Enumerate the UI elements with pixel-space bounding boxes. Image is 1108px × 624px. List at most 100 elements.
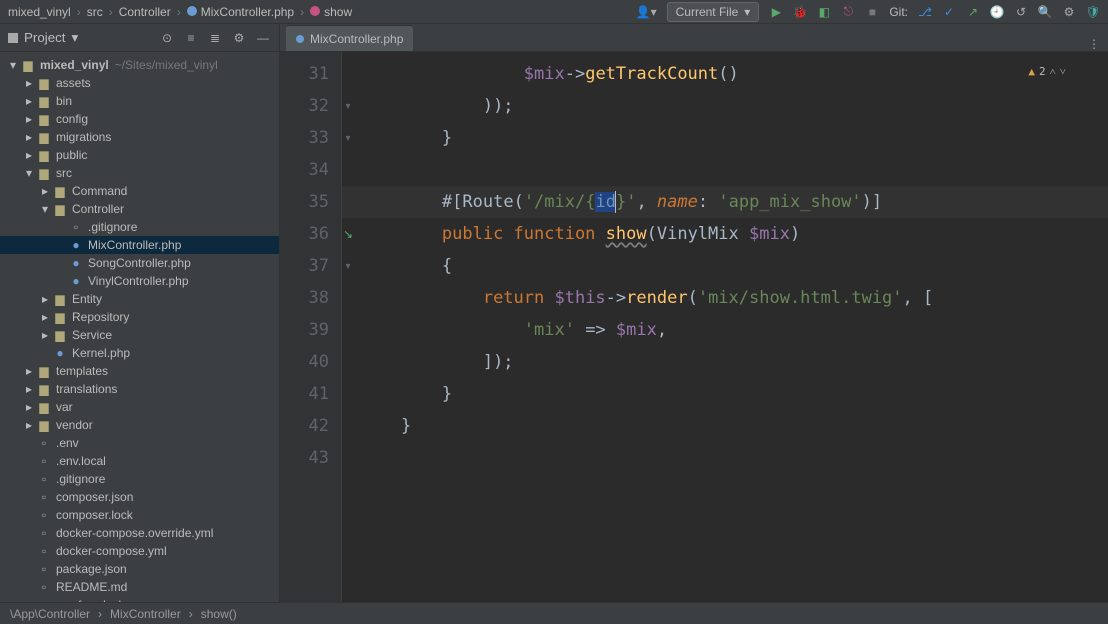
tree-node[interactable]: ▸▆assets [0, 74, 279, 92]
code-line[interactable]: } [360, 410, 1108, 442]
crumb-method[interactable]: show [310, 5, 352, 19]
code-line[interactable]: } [360, 378, 1108, 410]
collapse-icon[interactable]: ≣ [207, 30, 223, 46]
code-line[interactable]: 'mix' => $mix, [360, 314, 1108, 346]
chevron-up-icon[interactable]: ˄ [1050, 56, 1056, 88]
stop-icon[interactable]: ■ [865, 5, 879, 19]
project-tree[interactable]: ▾ ▆ mixed_vinyl ~/Sites/mixed_vinyl ▸▆as… [0, 52, 279, 602]
line-number[interactable]: 34 [280, 154, 329, 186]
line-number[interactable]: 38 [280, 282, 329, 314]
debug-icon[interactable]: 🐞 [793, 5, 807, 19]
status-crumb[interactable]: show() [201, 607, 237, 621]
code-line[interactable]: ]); [360, 346, 1108, 378]
expand-icon[interactable]: ≡ [183, 30, 199, 46]
line-number[interactable]: 39 [280, 314, 329, 346]
status-crumb[interactable]: \App\Controller [10, 607, 90, 621]
tree-node[interactable]: ▫symfony.lock [0, 596, 279, 602]
run-config-selector[interactable]: Current File▾ [667, 2, 760, 22]
branch-icon[interactable]: ⎇ [918, 5, 932, 19]
code-line[interactable] [360, 442, 1108, 474]
tree-node[interactable]: ▸▆templates [0, 362, 279, 380]
shield-icon[interactable]: 🛡 [1086, 5, 1100, 19]
chevron-right-icon[interactable]: ▸ [22, 148, 36, 162]
code-line[interactable]: } [360, 122, 1108, 154]
tree-node[interactable]: ▸▆vendor [0, 416, 279, 434]
rollback-icon[interactable]: ↺ [1014, 5, 1028, 19]
line-number[interactable]: 42 [280, 410, 329, 442]
profile-icon[interactable]: ⎋ [841, 5, 855, 19]
line-number[interactable]: 37 [280, 250, 329, 282]
gutter[interactable]: 31323334353637383940414243 ▾▾↘▾ [280, 52, 342, 602]
tree-node[interactable]: ▾▆Controller [0, 200, 279, 218]
tree-node[interactable]: ▸▆Repository [0, 308, 279, 326]
line-number[interactable]: 41 [280, 378, 329, 410]
chevron-right-icon[interactable]: ▸ [22, 76, 36, 90]
history-icon[interactable]: 🕘 [990, 5, 1004, 19]
tree-node[interactable]: ▫README.md [0, 578, 279, 596]
code-area[interactable]: ▲ 2 ˄ ˅ $mix->getTrackCount() )); } #[Ro… [342, 52, 1108, 602]
line-number[interactable]: 35 [280, 186, 329, 218]
tree-node[interactable]: ▸▆Entity [0, 290, 279, 308]
chevron-right-icon[interactable]: ▸ [22, 130, 36, 144]
chevron-right-icon[interactable]: ▸ [22, 94, 36, 108]
tree-node[interactable]: ▫docker-compose.override.yml [0, 524, 279, 542]
tree-node[interactable]: ●VinylController.php [0, 272, 279, 290]
tree-node[interactable]: ▫package.json [0, 560, 279, 578]
project-view-selector[interactable]: Project ▾ [8, 30, 78, 46]
tree-node[interactable]: ▸▆bin [0, 92, 279, 110]
tree-node[interactable]: ▫.gitignore [0, 470, 279, 488]
crumb-dir[interactable]: src [87, 5, 103, 19]
tree-node[interactable]: ▸▆public [0, 146, 279, 164]
chevron-down-icon[interactable]: ▾ [6, 58, 20, 72]
tree-node[interactable]: ▸▆translations [0, 380, 279, 398]
tree-node[interactable]: ▫.env.local [0, 452, 279, 470]
tree-node[interactable]: ▫.gitignore [0, 218, 279, 236]
code-line[interactable]: public function show(VinylMix $mix) [360, 218, 1108, 250]
code-line[interactable] [360, 154, 1108, 186]
line-number[interactable]: 33 [280, 122, 329, 154]
settings-icon[interactable]: ⚙ [1062, 5, 1076, 19]
tree-node[interactable]: ▾▆src [0, 164, 279, 182]
tree-node[interactable]: ▸▆migrations [0, 128, 279, 146]
tab-mixcontroller[interactable]: MixController.php [286, 25, 413, 51]
line-number[interactable]: 36 [280, 218, 329, 250]
tree-root[interactable]: ▾ ▆ mixed_vinyl ~/Sites/mixed_vinyl [0, 56, 279, 74]
tree-node[interactable]: ▫docker-compose.yml [0, 542, 279, 560]
chevron-right-icon[interactable]: ▸ [22, 418, 36, 432]
tree-node[interactable]: ▸▆config [0, 110, 279, 128]
code-line[interactable]: { [360, 250, 1108, 282]
tree-node[interactable]: ▫.env [0, 434, 279, 452]
tree-node[interactable]: ▫composer.json [0, 488, 279, 506]
tree-node[interactable]: ●SongController.php [0, 254, 279, 272]
line-number[interactable]: 32 [280, 90, 329, 122]
hide-icon[interactable]: — [255, 30, 271, 46]
code-line[interactable]: $mix->getTrackCount() [360, 58, 1108, 90]
chevron-right-icon[interactable]: ▸ [22, 112, 36, 126]
search-icon[interactable]: 🔍 [1038, 5, 1052, 19]
chevron-right-icon[interactable]: ▸ [38, 328, 52, 342]
tree-node[interactable]: ▫composer.lock [0, 506, 279, 524]
user-icon[interactable]: 👤▾ [636, 5, 657, 19]
coverage-icon[interactable]: ◧ [817, 5, 831, 19]
tree-node[interactable]: ●Kernel.php [0, 344, 279, 362]
code-line[interactable]: return $this->render('mix/show.html.twig… [360, 282, 1108, 314]
crumb-project[interactable]: mixed_vinyl [8, 5, 71, 19]
line-number[interactable]: 31 [280, 58, 329, 90]
settings-icon[interactable]: ⚙ [231, 30, 247, 46]
status-crumb[interactable]: MixController [110, 607, 181, 621]
crumb-file[interactable]: MixController.php [187, 5, 294, 19]
chevron-right-icon[interactable]: ▸ [22, 382, 36, 396]
locate-icon[interactable]: ⊙ [159, 30, 175, 46]
crumb-dir[interactable]: Controller [119, 5, 171, 19]
tree-node[interactable]: ▸▆Command [0, 182, 279, 200]
update-icon[interactable]: ✓ [942, 5, 956, 19]
tree-node[interactable]: ●MixController.php [0, 236, 279, 254]
chevron-down-icon[interactable]: ˅ [1060, 56, 1066, 88]
tree-node[interactable]: ▸▆var [0, 398, 279, 416]
run-icon[interactable]: ▶ [769, 5, 783, 19]
code-editor[interactable]: 31323334353637383940414243 ▾▾↘▾ ▲ 2 ˄ ˅ … [280, 52, 1108, 602]
tab-menu-icon[interactable]: ⋮ [1088, 37, 1100, 51]
chevron-right-icon[interactable]: ▸ [38, 292, 52, 306]
code-line[interactable]: )); [360, 90, 1108, 122]
chevron-down-icon[interactable]: ▾ [38, 202, 52, 216]
